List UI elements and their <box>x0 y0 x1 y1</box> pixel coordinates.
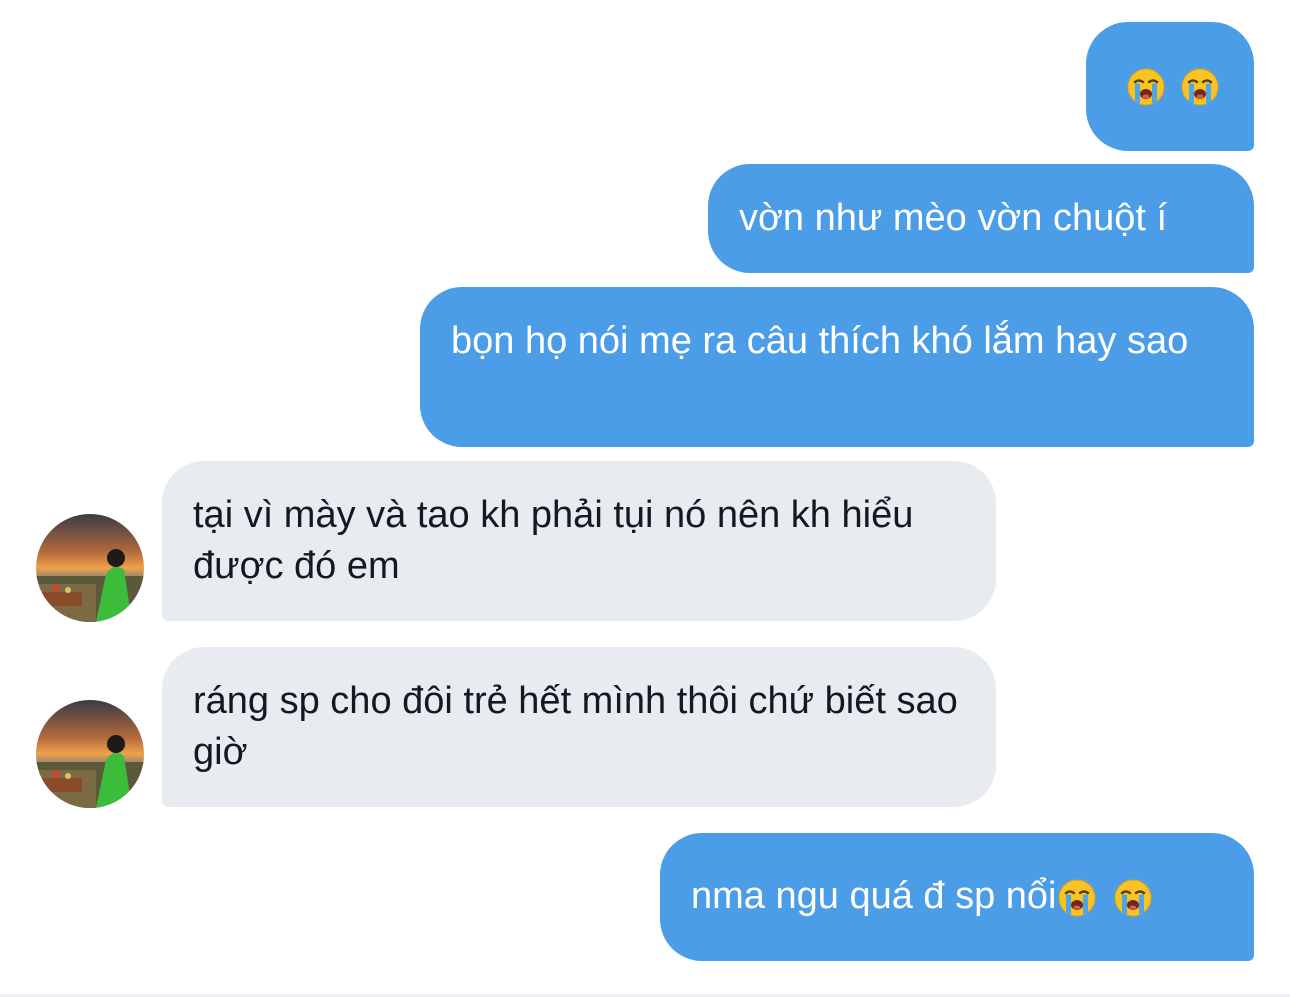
message-text: tại vì mày và tao kh phải tụi nó nên kh … <box>193 494 914 587</box>
contact-avatar[interactable] <box>36 700 144 808</box>
outgoing-message-bubble[interactable] <box>1086 22 1254 151</box>
loudly-crying-face-icon <box>1057 878 1097 918</box>
outgoing-message-bubble[interactable]: nma ngu quá đ sp nổi <box>660 833 1254 961</box>
message-text: nma ngu quá đ sp nổi <box>691 875 1057 917</box>
incoming-message-bubble[interactable]: ráng sp cho đôi trẻ hết mình thôi chứ bi… <box>162 647 996 807</box>
message-text: ráng sp cho đôi trẻ hết mình thôi chứ bi… <box>193 680 958 773</box>
loudly-crying-face-icon <box>1180 67 1220 107</box>
message-text: bọn họ nói mẹ ra câu thích khó lắm hay s… <box>451 320 1189 362</box>
incoming-message-bubble[interactable]: tại vì mày và tao kh phải tụi nó nên kh … <box>162 461 996 621</box>
message-text: vờn như mèo vờn chuột í <box>739 197 1168 239</box>
outgoing-message-bubble[interactable]: vờn như mèo vờn chuột í <box>708 164 1254 273</box>
loudly-crying-face-icon <box>1113 878 1153 918</box>
chat-thread: vờn như mèo vờn chuột í bọn họ nói mẹ ra… <box>0 0 1290 997</box>
contact-avatar[interactable] <box>36 514 144 622</box>
loudly-crying-face-icon <box>1126 67 1166 107</box>
outgoing-message-bubble[interactable]: bọn họ nói mẹ ra câu thích khó lắm hay s… <box>420 287 1254 447</box>
